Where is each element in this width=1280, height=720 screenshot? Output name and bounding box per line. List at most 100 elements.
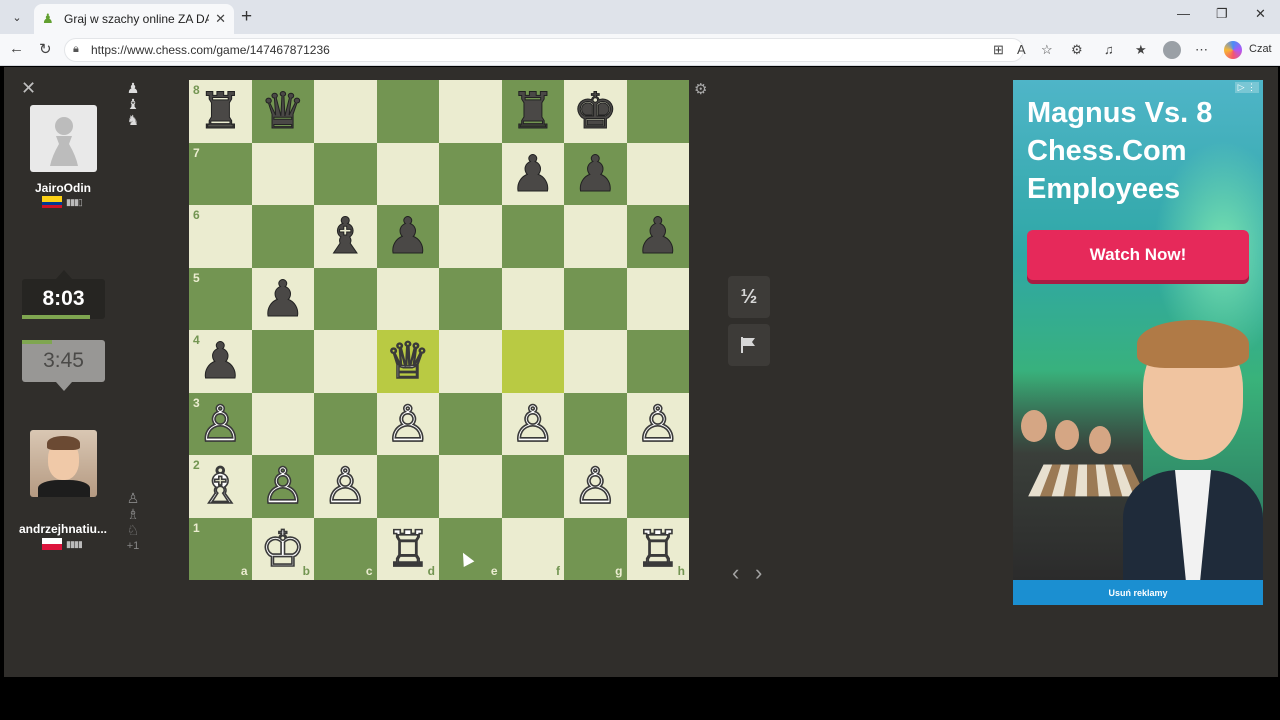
- black-pawn-f7[interactable]: ♟: [502, 143, 565, 206]
- square-f5[interactable]: [501, 267, 564, 330]
- square-b3[interactable]: [251, 392, 314, 455]
- square-h1[interactable]: h ♖: [626, 517, 690, 581]
- black-pawn-a4[interactable]: ♟: [189, 330, 252, 393]
- square-b1[interactable]: b ♔: [251, 517, 315, 581]
- square-g2[interactable]: ♙: [564, 455, 627, 518]
- resign-button[interactable]: [728, 324, 770, 366]
- white-rook-h1[interactable]: ♖: [627, 518, 690, 581]
- square-d4[interactable]: ♕: [376, 330, 440, 393]
- black-bishop-c6[interactable]: ♝: [314, 205, 377, 268]
- square-e5[interactable]: [439, 267, 502, 330]
- minimize-icon[interactable]: —: [1177, 6, 1190, 21]
- square-a5[interactable]: 5: [189, 267, 252, 330]
- profile-avatar-icon[interactable]: [1163, 41, 1181, 59]
- white-pawn-a3[interactable]: ♙: [189, 393, 252, 456]
- square-h2[interactable]: [626, 455, 689, 518]
- top-player-avatar[interactable]: [30, 105, 97, 172]
- square-g1[interactable]: g: [564, 517, 627, 580]
- read-aloud-icon[interactable]: A: [1017, 42, 1026, 57]
- square-c7[interactable]: [314, 142, 377, 205]
- reload-icon[interactable]: ↻: [39, 40, 52, 58]
- square-e7[interactable]: [439, 142, 502, 205]
- black-pawn-b5[interactable]: ♟: [252, 268, 315, 331]
- square-g3[interactable]: [564, 392, 627, 455]
- square-a1[interactable]: 1a: [189, 517, 252, 580]
- square-h8[interactable]: [626, 80, 689, 143]
- chess-board[interactable]: 8 ♜ ♛ ♜ ♚ 7 ♟ ♟ 6 ♝ ♟ ♟ 5 ♟ 4 ♟ ♕ 3 ♙ ♙ ♙ ♙ 2 ♗ ♙ ♙ ♙ 1 a b ♔ c d ♖ e f g h ♖: [189, 80, 689, 580]
- ad-watch-now-button[interactable]: Watch Now!: [1027, 230, 1249, 280]
- close-game-icon[interactable]: ✕: [21, 78, 36, 99]
- square-e8[interactable]: [439, 80, 502, 143]
- black-queen-b8[interactable]: ♛: [252, 80, 315, 143]
- bottom-player-avatar[interactable]: [30, 430, 97, 497]
- white-pawn-b2[interactable]: ♙: [252, 455, 315, 518]
- square-a2[interactable]: 2 ♗: [189, 455, 252, 518]
- square-c1[interactable]: c: [314, 517, 377, 580]
- square-g8[interactable]: ♚: [564, 80, 627, 143]
- square-f4[interactable]: [501, 330, 564, 393]
- square-f3[interactable]: ♙: [501, 392, 564, 455]
- square-e6[interactable]: [439, 205, 502, 268]
- extensions-icon[interactable]: ⚙: [1071, 42, 1083, 58]
- square-e3[interactable]: [439, 392, 502, 455]
- address-bar[interactable]: 🔒︎ https://www.chess.com/game/1474678712…: [64, 38, 1024, 62]
- square-g4[interactable]: [564, 330, 627, 393]
- white-pawn-d3[interactable]: ♙: [377, 393, 440, 456]
- favorite-star-icon[interactable]: ☆: [1041, 42, 1053, 58]
- square-a7[interactable]: 7: [189, 142, 252, 205]
- tab-close-icon[interactable]: ✕: [215, 11, 226, 27]
- black-pawn-g7[interactable]: ♟: [564, 143, 627, 206]
- app-available-icon[interactable]: ⊞: [993, 42, 1004, 58]
- square-h4[interactable]: [626, 330, 689, 393]
- square-h6[interactable]: ♟: [626, 205, 690, 268]
- square-c5[interactable]: [314, 267, 377, 330]
- black-pawn-d6[interactable]: ♟: [377, 205, 440, 268]
- ad-choices-icon[interactable]: ▷ ⋮: [1234, 82, 1259, 93]
- square-c4[interactable]: [314, 330, 377, 393]
- bottom-player-name[interactable]: andrzejhnatiu...: [8, 522, 118, 536]
- white-rook-d1[interactable]: ♖: [377, 518, 440, 581]
- white-bishop-a2[interactable]: ♗: [189, 455, 252, 518]
- maximize-icon[interactable]: ❐: [1216, 6, 1228, 22]
- top-player-name[interactable]: JairoOdin: [8, 181, 118, 195]
- square-e4[interactable]: [439, 330, 502, 393]
- square-c3[interactable]: [314, 392, 377, 455]
- square-f6[interactable]: [501, 205, 564, 268]
- square-d5[interactable]: [376, 267, 439, 330]
- white-king-b1[interactable]: ♔: [252, 518, 315, 581]
- media-control-icon[interactable]: ♫: [1104, 42, 1114, 57]
- board-settings-gear-icon[interactable]: ⚙: [694, 80, 707, 98]
- square-c2[interactable]: ♙: [314, 455, 377, 518]
- favorites-icon[interactable]: ★: [1135, 42, 1147, 58]
- square-e1[interactable]: e: [439, 517, 502, 580]
- square-g5[interactable]: [564, 267, 627, 330]
- white-queen-d4[interactable]: ♕: [377, 330, 440, 393]
- square-b7[interactable]: [251, 142, 314, 205]
- square-h3[interactable]: ♙: [626, 392, 690, 456]
- browser-tab[interactable]: ♟ Graj w szachy online ZA DARMO - ✕: [34, 4, 234, 34]
- black-rook-f8[interactable]: ♜: [502, 80, 565, 143]
- white-pawn-h3[interactable]: ♙: [627, 393, 690, 456]
- square-b2[interactable]: ♙: [251, 455, 315, 518]
- copilot-icon[interactable]: [1224, 41, 1242, 59]
- square-h7[interactable]: [626, 142, 689, 205]
- next-move-icon[interactable]: ›: [755, 560, 762, 586]
- new-tab-icon[interactable]: +: [241, 6, 252, 28]
- square-h5[interactable]: [626, 267, 689, 330]
- square-b5[interactable]: ♟: [251, 267, 315, 331]
- square-b8[interactable]: ♛: [251, 80, 315, 143]
- square-a4[interactable]: 4 ♟: [189, 330, 252, 393]
- square-f2[interactable]: [501, 455, 564, 518]
- square-d2[interactable]: [376, 455, 439, 518]
- offer-draw-button[interactable]: ½: [728, 276, 770, 318]
- square-e2[interactable]: [439, 455, 502, 518]
- more-menu-icon[interactable]: ⋯: [1195, 42, 1208, 58]
- site-info-icon[interactable]: 🔒︎: [73, 43, 79, 56]
- black-pawn-h6[interactable]: ♟: [627, 205, 690, 268]
- square-d1[interactable]: d ♖: [376, 517, 440, 581]
- square-a3[interactable]: 3 ♙: [189, 392, 252, 456]
- back-icon[interactable]: ←: [9, 40, 24, 57]
- square-g6[interactable]: [564, 205, 627, 268]
- square-f8[interactable]: ♜: [501, 80, 565, 143]
- white-pawn-g2[interactable]: ♙: [564, 455, 627, 518]
